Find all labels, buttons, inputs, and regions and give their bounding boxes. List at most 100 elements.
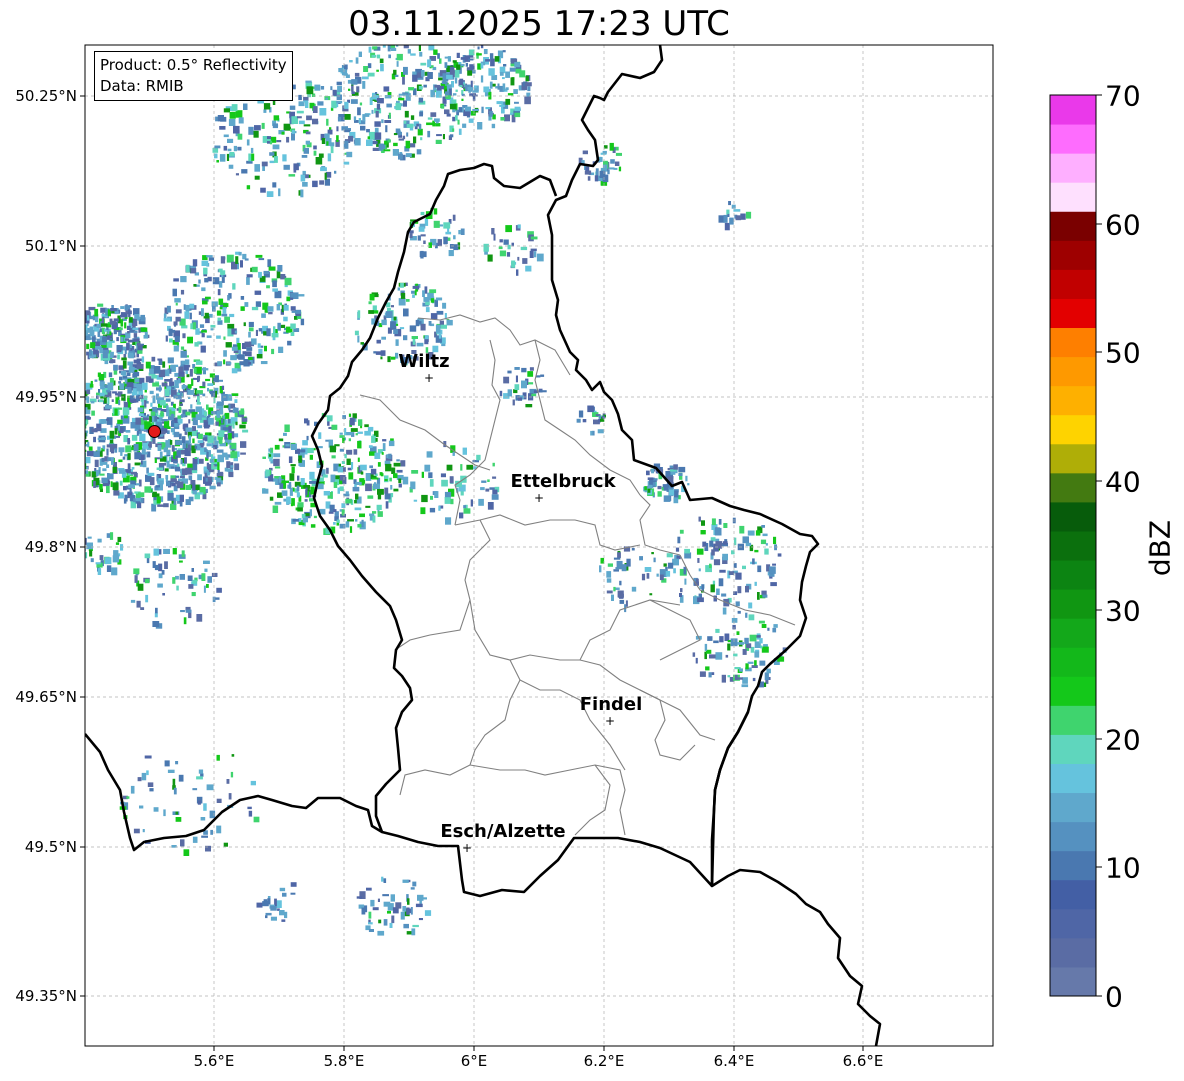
echo-pixel [70,426,75,433]
echo-pixel [166,305,171,313]
echo-pixel [387,308,391,312]
echo-pixel [117,536,122,542]
echo-pixel [425,307,430,313]
echo-pixel [318,432,322,439]
echo-pixel [352,413,357,419]
echo-pixel [109,444,114,452]
echo-pixel [725,654,729,658]
echo-pixel [89,329,95,337]
echo-pixel [430,112,437,117]
echo-pixel [235,256,239,264]
echo-pixel [345,74,350,78]
echo-pixel [284,277,292,286]
echo-pixel [292,518,299,522]
echo-pixel [324,178,330,186]
echo-pixel [231,346,238,351]
echo-pixel [357,440,362,449]
echo-pixel [462,123,467,128]
echo-pixel [272,337,276,341]
echo-pixel [198,279,201,284]
echo-pixel [149,441,152,448]
echo-pixel [96,323,101,328]
echo-pixel [223,303,229,307]
echo-pixel [114,448,118,453]
echo-pixel [355,433,358,436]
colorbar-segment [1050,763,1096,794]
echo-pixel [384,479,388,482]
echo-pixel [330,474,336,483]
echo-pixel [754,651,760,658]
echo-pixel [367,72,375,77]
echo-pixel [420,323,426,331]
echo-pixel [219,306,223,310]
echo-pixel [144,578,150,584]
echo-pixel [424,464,431,472]
echo-pixel [505,87,509,91]
echo-pixel [111,567,118,576]
echo-pixel [384,120,392,123]
echo-pixel [330,86,333,91]
echo-pixel [128,317,133,323]
echo-pixel [206,443,212,447]
echo-pixel [358,419,363,426]
echo-pixel [134,575,138,583]
echo-pixel [491,494,499,500]
echo-pixel [93,349,98,355]
echo-pixel [748,602,753,609]
echo-pixel [138,479,142,487]
echo-pixel [272,144,280,150]
echo-pixel [428,321,432,326]
echo-pixel [412,285,417,289]
echo-pixel [411,928,416,936]
echo-pixel [203,560,210,564]
echo-pixel [300,449,306,453]
echo-pixel [476,454,481,461]
echo-pixel [396,61,399,67]
echo-pixel [358,118,361,124]
echo-pixel [759,638,763,644]
echo-pixel [361,519,364,528]
echo-pixel [377,898,380,902]
echo-pixel [375,92,378,95]
echo-pixel [381,452,384,455]
echo-pixel [100,381,105,390]
echo-pixel [180,276,187,283]
echo-pixel [756,635,761,638]
echo-pixel [119,376,123,381]
echo-pixel [329,445,336,453]
echo-pixel [341,461,345,464]
echo-pixel [337,466,343,473]
echo-pixel [435,324,441,333]
echo-pixel [223,350,227,357]
echo-pixel [416,149,422,155]
echo-pixel [700,530,706,535]
echo-pixel [112,482,119,491]
echo-pixel [248,331,251,338]
echo-pixel [761,624,767,628]
echo-pixel [225,342,232,348]
echo-pixel [511,260,516,268]
echo-pixel [228,471,234,478]
echo-pixel [745,542,752,547]
echo-pixel [507,93,514,96]
echo-pixel [336,100,343,104]
echo-pixel [446,464,453,471]
echo-pixel [304,418,309,424]
echo-pixel [614,161,620,166]
echo-pixel [160,431,166,435]
echo-pixel [240,408,245,413]
echo-pixel [374,121,381,127]
echo-pixel [175,475,179,478]
echo-pixel [289,488,293,496]
echo-pixel [615,152,622,156]
echo-pixel [78,427,84,429]
echo-pixel [418,45,421,52]
echo-pixel [151,356,156,362]
echo-pixel [228,425,232,432]
echo-pixel [187,390,195,395]
echo-pixel [393,329,398,334]
echo-pixel [460,464,463,471]
echo-pixel [234,399,238,403]
echo-pixel [384,95,391,99]
echo-pixel [416,342,424,347]
